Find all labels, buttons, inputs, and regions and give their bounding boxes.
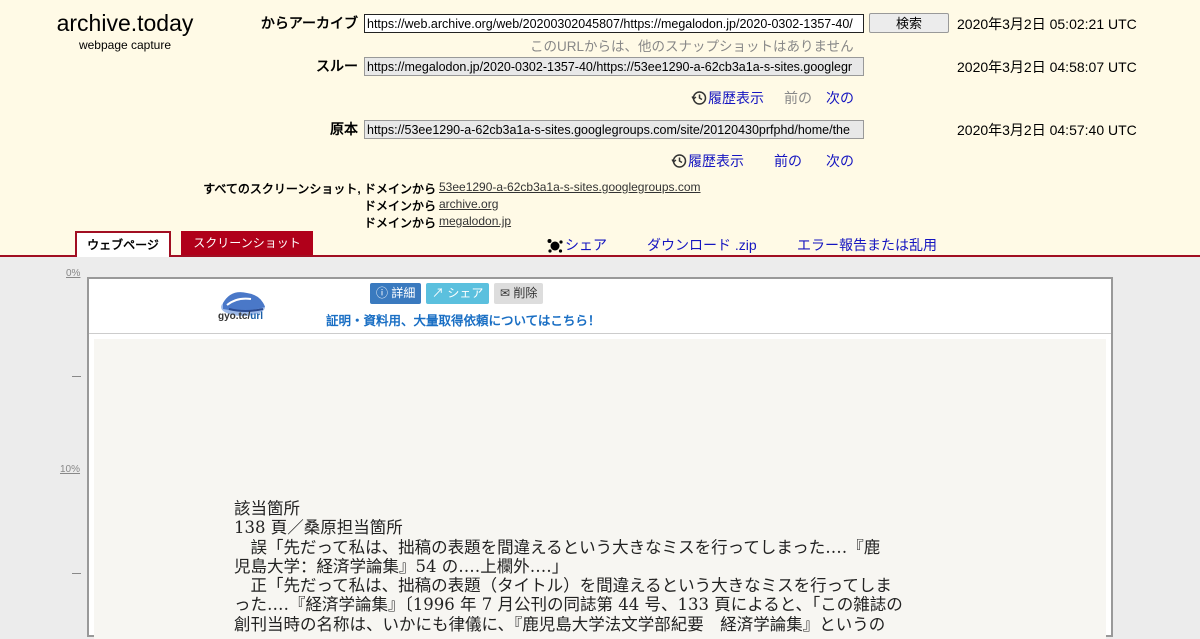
info-icon: ⓘ xyxy=(376,286,389,300)
document-line: 創刊当時の名称は、いかにも律儀に、『鹿児島大学法文学部紀要 経済学論集』というの xyxy=(234,614,886,634)
capture-share-label[interactable]: シェア xyxy=(447,286,483,300)
scroll-marker-10[interactable]: 10% xyxy=(60,464,80,475)
tab-webpage[interactable]: ウェブページ xyxy=(75,231,171,257)
document-line: った‥‥『経済学論集』〔1996 年 7 月公刊の同誌第 44 号、133 頁に… xyxy=(234,595,903,615)
original-date: 2020年3月2日 04:57:40 UTC xyxy=(957,122,1137,138)
through-label: スルー xyxy=(316,58,358,74)
from-archive-url-input[interactable]: https://web.archive.org/web/202003020458… xyxy=(364,14,864,33)
scroll-marker-0[interactable]: 0% xyxy=(66,268,80,279)
original-next-link[interactable]: 次の xyxy=(826,151,854,171)
original-url-input[interactable]: https://53ee1290-a-62cb3a1a-s-sites.goog… xyxy=(364,120,864,139)
delete-label[interactable]: 削除 xyxy=(513,286,537,300)
document-line: 138 頁／桑原担当箇所 xyxy=(234,518,403,538)
through-prev-disabled: 前の xyxy=(784,90,812,106)
document-text: 該当箇所 138 頁／桑原担当箇所 誤「先だって私は、拙稿の表題を間違えるという… xyxy=(234,499,974,634)
scroll-tick xyxy=(72,376,81,377)
capture-share-button[interactable]: ↗ シェア xyxy=(426,283,490,304)
captured-page-frame: gyo.tc/url ⓘ 詳細 ↗ シェア ✉ 削除 証明・資料用、大量取得依頼… xyxy=(87,277,1113,639)
domain-link[interactable]: 53ee1290-a-62cb3a1a-s-sites.googlegroups… xyxy=(439,180,701,194)
original-history-label[interactable]: 履歴表示 xyxy=(688,153,744,169)
gyo-toolbar: gyo.tc/url ⓘ 詳細 ↗ シェア ✉ 削除 証明・資料用、大量取得依頼… xyxy=(89,279,1111,334)
detail-button[interactable]: ⓘ 詳細 xyxy=(370,283,422,304)
document-line: 該当箇所 xyxy=(234,499,300,518)
domain-link[interactable]: megalodon.jp xyxy=(439,214,511,228)
through-date: 2020年3月2日 04:58:07 UTC xyxy=(957,59,1137,75)
through-url-input[interactable]: https://megalodon.jp/2020-0302-1357-40/h… xyxy=(364,57,864,76)
original-prev-link[interactable]: 前の xyxy=(774,151,802,171)
scroll-tick xyxy=(72,573,81,574)
gyo-logo-url[interactable]: url xyxy=(250,311,263,322)
share-label[interactable]: シェア xyxy=(565,237,607,253)
no-other-snapshots-note: このURLからは、他のスナップショットはありません xyxy=(530,39,854,54)
all-screenshots-label: すべてのスクリーンショット, ドメインから xyxy=(203,182,436,196)
original-label: 原本 xyxy=(330,121,358,137)
share-link[interactable]: シェア xyxy=(547,235,607,255)
search-button[interactable]: 検索 xyxy=(869,13,949,33)
share-arrow-icon: ↗ xyxy=(432,286,445,300)
domain-label: ドメインから xyxy=(363,199,436,213)
share-icon xyxy=(547,239,563,253)
delete-button[interactable]: ✉ 削除 xyxy=(494,283,544,304)
through-history-label[interactable]: 履歴表示 xyxy=(708,90,764,106)
detail-label[interactable]: 詳細 xyxy=(391,286,415,300)
domain-link[interactable]: archive.org xyxy=(439,197,498,211)
domain-label: ドメインから xyxy=(363,216,436,230)
tab-screenshot[interactable]: スクリーンショット xyxy=(181,231,313,255)
through-next-link[interactable]: 次の xyxy=(826,88,854,108)
gyo-logo-domain[interactable]: gyo.tc/ xyxy=(218,311,250,322)
download-zip-link[interactable]: ダウンロード .zip xyxy=(647,235,757,255)
history-icon xyxy=(691,91,707,105)
original-history-link[interactable]: 履歴表示 xyxy=(671,151,744,171)
document-line: 正「先だって私は、拙稿の表題（タイトル）を間違えるという大きなミスを行ってしま xyxy=(234,576,892,596)
logo-subtitle: webpage capture xyxy=(78,38,172,52)
archive-logo[interactable]: archive.today webpage capture xyxy=(30,10,220,52)
from-archive-date: 2020年3月2日 05:02:21 UTC xyxy=(957,16,1137,32)
document-line: 誤「先だって私は、拙稿の表題を間違えるという大きなミスを行ってしまった‥‥『鹿 xyxy=(234,537,881,557)
history-icon xyxy=(671,154,687,168)
gyo-logo-text[interactable]: gyo.tc/url xyxy=(218,311,263,322)
archive-header: archive.today webpage capture からアーカイブ ht… xyxy=(0,0,1200,257)
promo-link[interactable]: 証明・資料用、大量取得依頼についてはこちら！ xyxy=(326,310,600,329)
logo-name[interactable]: archive.today xyxy=(30,10,220,37)
scanned-document: 該当箇所 138 頁／桑原担当箇所 誤「先だって私は、拙稿の表題を間違えるという… xyxy=(94,339,1106,639)
envelope-icon: ✉ xyxy=(500,286,511,300)
from-archive-label: からアーカイブ xyxy=(260,15,358,31)
report-abuse-link[interactable]: エラー報告または乱用 xyxy=(797,235,937,255)
through-history-link[interactable]: 履歴表示 xyxy=(691,88,764,108)
document-line: 児島大学：経済学論集』54 の‥‥上欄外‥‥」 xyxy=(234,556,569,576)
